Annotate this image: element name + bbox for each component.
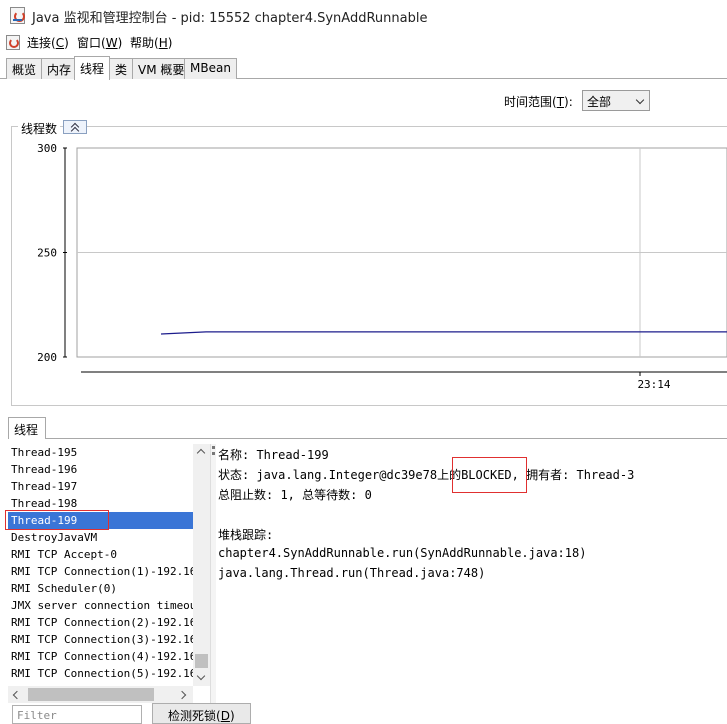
tab-classes[interactable]: 类 — [109, 58, 134, 79]
hscroll-thumb[interactable] — [28, 688, 154, 701]
thread-name-line: 名称: Thread-199 — [218, 448, 329, 462]
thread-list-item[interactable]: RMI TCP Connection(4)-192.168.2 — [8, 648, 193, 665]
tab-vm-summary[interactable]: VM 概要 — [132, 58, 191, 79]
y-tick-label: 250 — [37, 247, 57, 260]
thread-list-hscrollbar[interactable] — [8, 686, 193, 703]
window-title: Java 监视和管理控制台 - pid: 15552 chapter4.SynA… — [32, 11, 428, 26]
menu-connection[interactable]: 连接(C) — [27, 34, 69, 51]
chart-title: 线程数 — [18, 120, 61, 137]
stack-frame: java.lang.Thread.run(Thread.java:748) — [218, 566, 486, 580]
thread-list-item[interactable]: RMI TCP Connection(5)-192.168.2 — [8, 665, 193, 682]
java-menu-icon[interactable] — [6, 35, 20, 50]
stack-frame: chapter4.SynAddRunnable.run(SynAddRunnab… — [218, 546, 587, 560]
time-range-select[interactable]: 全部 — [582, 90, 650, 111]
thread-counts-line: 总阻止数: 1, 总等待数: 0 — [218, 488, 372, 502]
tab-threads[interactable]: 线程 — [74, 56, 111, 80]
thread-state-line: 状态: java.lang.Integer@dc39e78上的BLOCKED, … — [218, 468, 635, 482]
tab-mbean[interactable]: MBean — [184, 58, 237, 79]
highlight-blocked-state — [452, 457, 527, 493]
thread-list-item[interactable]: Thread-195 — [8, 444, 193, 461]
vscroll-thumb[interactable] — [195, 654, 208, 668]
thread-list-item[interactable]: RMI Scheduler(0) — [8, 580, 193, 597]
thread-count-chart: 300 250 200 23:14 — [37, 142, 727, 391]
scroll-left-icon[interactable] — [12, 690, 22, 700]
time-range-label: 时间范围(T): — [504, 95, 573, 109]
thread-list-item[interactable]: Thread-196 — [8, 461, 193, 478]
collapse-chart-icon[interactable] — [63, 120, 87, 134]
detect-deadlock-button[interactable]: 检测死锁(D) — [152, 703, 251, 724]
y-tick-label: 200 — [37, 351, 57, 364]
thread-list-vscrollbar[interactable] — [193, 444, 210, 686]
thread-list-item[interactable]: Thread-197 — [8, 478, 193, 495]
thread-list[interactable]: Thread-195 Thread-196 Thread-197 Thread-198… — [8, 444, 193, 686]
scroll-right-icon[interactable] — [177, 690, 187, 700]
threads-section-tab[interactable]: 线程 — [8, 417, 46, 439]
thread-list-item[interactable]: RMI TCP Connection(3)-192.168.2 — [8, 631, 193, 648]
thread-list-item[interactable]: RMI TCP Accept-0 — [8, 546, 193, 563]
y-tick-label: 300 — [37, 142, 57, 155]
chevron-down-icon — [635, 95, 645, 105]
menu-help[interactable]: 帮助(H) — [130, 34, 172, 51]
time-range-value: 全部 — [587, 95, 612, 109]
scroll-down-icon[interactable] — [196, 671, 206, 681]
highlight-selected-thread — [5, 510, 109, 530]
thread-list-item[interactable]: RMI TCP Connection(1)-192.168.2 — [8, 563, 193, 580]
menu-window[interactable]: 窗口(W) — [77, 34, 122, 51]
thread-filter-input[interactable]: Filter — [12, 705, 142, 724]
title-bar: Java 监视和管理控制台 - pid: 15552 chapter4.SynA… — [0, 0, 727, 31]
tab-overview[interactable]: 概览 — [6, 58, 43, 79]
thread-list-item[interactable]: RMI TCP Connection(2)-192.168.2 — [8, 614, 193, 631]
java-app-icon — [10, 7, 25, 24]
tab-bar: 概览 内存 线程 类 VM 概要 MBean — [0, 55, 727, 80]
scroll-up-icon[interactable] — [196, 448, 206, 458]
x-tick-label: 23:14 — [637, 378, 670, 391]
menu-bar: 连接(C) 窗口(W) 帮助(H) — [0, 31, 727, 53]
thread-list-item[interactable]: DestroyJavaVM — [8, 529, 193, 546]
splitter-grip-icon — [212, 452, 215, 455]
splitter-grip-icon — [212, 446, 215, 449]
threads-divider — [46, 438, 727, 439]
split-pane-divider[interactable] — [210, 444, 216, 704]
tab-memory[interactable]: 内存 — [41, 58, 78, 79]
thread-list-item[interactable]: JMX server connection timeout 2 — [8, 597, 193, 614]
stack-trace-heading: 堆栈跟踪: — [218, 528, 274, 542]
